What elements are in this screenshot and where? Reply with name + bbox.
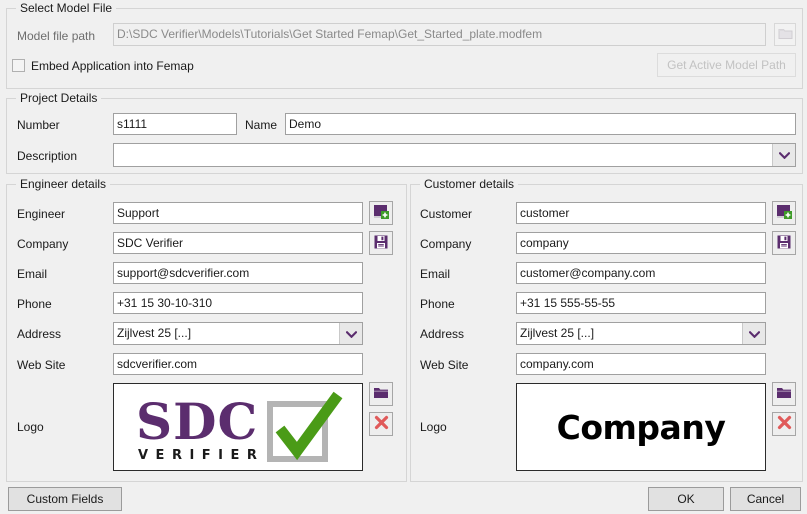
clear-x-icon bbox=[374, 415, 389, 433]
engineer-email-label: Email bbox=[17, 267, 47, 281]
engineer-logo-label: Logo bbox=[17, 420, 44, 434]
customer-company-input[interactable]: company bbox=[516, 232, 766, 254]
footer-separator-left bbox=[6, 481, 405, 482]
engineer-website-label: Web Site bbox=[17, 358, 65, 372]
project-name-label: Name bbox=[245, 118, 277, 132]
project-details-title: Project Details bbox=[16, 91, 101, 105]
folder-open-icon bbox=[373, 386, 389, 403]
customer-save-contact-button[interactable] bbox=[772, 231, 796, 255]
select-model-file-title: Select Model File bbox=[16, 1, 116, 15]
engineer-logo-preview[interactable]: SDC VERIFIER bbox=[113, 383, 363, 471]
footer-separator-right bbox=[410, 481, 801, 482]
customer-details-title: Customer details bbox=[420, 177, 518, 191]
engineer-address-value: Zijlvest 25 [...] bbox=[114, 323, 339, 344]
engineer-address-combobox[interactable]: Zijlvest 25 [...] bbox=[113, 322, 363, 345]
project-number-label: Number bbox=[17, 118, 60, 132]
custom-fields-button[interactable]: Custom Fields bbox=[8, 487, 122, 511]
folder-open-icon bbox=[776, 386, 792, 403]
customer-logo-label: Logo bbox=[420, 420, 447, 434]
address-book-add-icon bbox=[776, 204, 793, 223]
project-description-value bbox=[114, 144, 772, 166]
sdc-verifier-logo: SDC VERIFIER bbox=[114, 384, 362, 470]
embed-application-label: Embed Application into Femap bbox=[31, 59, 194, 73]
customer-address-combobox[interactable]: Zijlvest 25 [...] bbox=[516, 322, 766, 345]
folder-icon bbox=[778, 27, 793, 43]
engineer-email-input[interactable]: support@sdcverifier.com bbox=[113, 262, 363, 284]
engineer-website-input[interactable]: sdcverifier.com bbox=[113, 353, 363, 375]
engineer-logo-open-button[interactable] bbox=[369, 382, 393, 406]
customer-logo-clear-button[interactable] bbox=[772, 412, 796, 436]
chevron-down-icon bbox=[749, 327, 760, 341]
customer-website-input[interactable]: company.com bbox=[516, 353, 766, 375]
chevron-down-icon bbox=[346, 327, 357, 341]
embed-application-checkbox[interactable] bbox=[12, 59, 25, 72]
chevron-down-icon bbox=[779, 148, 790, 162]
cancel-button[interactable]: Cancel bbox=[730, 487, 801, 511]
project-number-input[interactable]: s1111 bbox=[113, 113, 237, 135]
engineer-phone-input[interactable]: +31 15 30-10-310 bbox=[113, 292, 363, 314]
customer-phone-input[interactable]: +31 15 555-55-55 bbox=[516, 292, 766, 314]
customer-website-label: Web Site bbox=[420, 358, 468, 372]
customer-address-value: Zijlvest 25 [...] bbox=[517, 323, 742, 344]
engineer-company-input[interactable]: SDC Verifier bbox=[113, 232, 363, 254]
customer-name-label: Customer bbox=[420, 207, 472, 221]
ok-button[interactable]: OK bbox=[648, 487, 724, 511]
customer-address-label: Address bbox=[420, 327, 464, 341]
model-file-browse-button[interactable] bbox=[774, 23, 796, 46]
engineer-company-label: Company bbox=[17, 237, 68, 251]
model-file-path-label: Model file path bbox=[17, 29, 95, 43]
svg-text:SDC: SDC bbox=[136, 392, 258, 451]
model-file-path-input[interactable]: D:\SDC Verifier\Models\Tutorials\Get Sta… bbox=[113, 23, 766, 46]
customer-name-input[interactable]: customer bbox=[516, 202, 766, 224]
engineer-details-title: Engineer details bbox=[16, 177, 110, 191]
clear-x-icon bbox=[777, 415, 792, 433]
project-description-combobox[interactable] bbox=[113, 143, 796, 167]
project-description-dropdown-button[interactable] bbox=[772, 144, 795, 166]
customer-email-label: Email bbox=[420, 267, 450, 281]
svg-text:VERIFIER: VERIFIER bbox=[138, 448, 264, 463]
floppy-save-icon bbox=[776, 234, 792, 253]
engineer-address-dropdown-button[interactable] bbox=[339, 323, 362, 344]
get-active-model-path-button[interactable]: Get Active Model Path bbox=[657, 53, 796, 77]
engineer-logo-clear-button[interactable] bbox=[369, 412, 393, 436]
customer-address-dropdown-button[interactable] bbox=[742, 323, 765, 344]
engineer-save-contact-button[interactable] bbox=[369, 231, 393, 255]
floppy-save-icon bbox=[373, 234, 389, 253]
project-name-input[interactable]: Demo bbox=[285, 113, 796, 135]
project-description-label: Description bbox=[17, 149, 77, 163]
customer-email-input[interactable]: customer@company.com bbox=[516, 262, 766, 284]
company-logo-text: Company bbox=[517, 384, 765, 470]
engineer-name-label: Engineer bbox=[17, 207, 65, 221]
customer-logo-open-button[interactable] bbox=[772, 382, 796, 406]
engineer-phone-label: Phone bbox=[17, 297, 52, 311]
engineer-name-input[interactable]: Support bbox=[113, 202, 363, 224]
customer-company-label: Company bbox=[420, 237, 471, 251]
engineer-address-label: Address bbox=[17, 327, 61, 341]
address-book-add-icon bbox=[373, 204, 390, 223]
engineer-add-contact-button[interactable] bbox=[369, 201, 393, 225]
customer-phone-label: Phone bbox=[420, 297, 455, 311]
customer-logo-preview[interactable]: Company bbox=[516, 383, 766, 471]
customer-add-contact-button[interactable] bbox=[772, 201, 796, 225]
